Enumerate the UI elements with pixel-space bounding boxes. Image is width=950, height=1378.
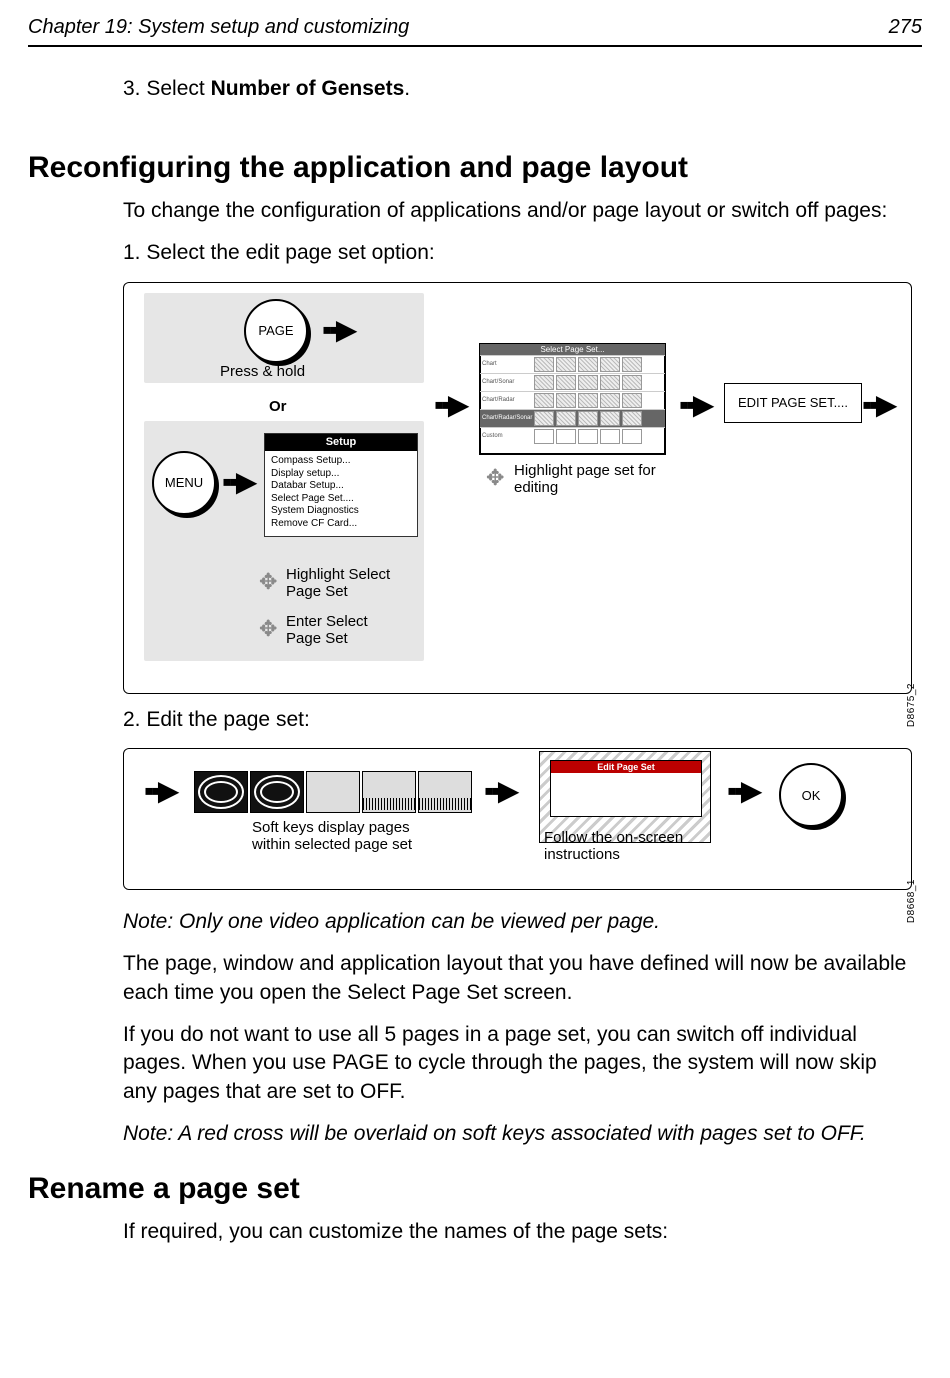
softkey-page-icon <box>418 771 472 813</box>
arrow-icon: ▪▪▶ <box>727 777 759 805</box>
ok-button-icon: OK <box>779 763 843 827</box>
pageset-row: Chart/Radar <box>480 391 665 409</box>
menu-item: Databar Setup... <box>271 480 411 493</box>
note-red-cross: Note: A red cross will be overlaid on so… <box>123 1120 912 1148</box>
diagram-select-page-set: D8675_2 PAGE ▪▪▶ Press & hold Or MENU ▪▪… <box>123 282 912 694</box>
edit-page-set-dialog: Edit Page Set <box>550 760 702 817</box>
menu-item: Display setup... <box>271 468 411 481</box>
menu-button-icon: MENU <box>152 451 216 515</box>
label-highlight-edit: Highlight page set for editing <box>514 462 656 497</box>
follow-caption: Follow the on-screen instructions <box>544 829 683 864</box>
pageset-row: Custom <box>480 427 665 445</box>
arrow-icon: ▪▪▶ <box>144 777 176 805</box>
pageset-row-highlighted: Chart/Radar/Sonar <box>480 409 665 427</box>
menu-item: Select Page Set.... <box>271 493 411 506</box>
chapter-title: Chapter 19: System setup and customizing <box>28 16 409 39</box>
select-page-set-header: Select Page Set... <box>480 344 665 355</box>
trackpad-icon: ✥ <box>486 467 504 489</box>
softkey-edit-page-set: EDIT PAGE SET.... <box>724 383 862 423</box>
arrow-icon: ▪▪▶ <box>679 391 711 419</box>
step-2-label: 2. Edit the page set: <box>123 706 912 734</box>
step-1-label: 1. Select the edit page set option: <box>123 239 912 267</box>
setup-menu-popup: Setup Compass Setup... Display setup... … <box>264 433 418 538</box>
edit-page-set-title: Edit Page Set <box>551 761 701 773</box>
page-button-icon: PAGE <box>244 299 308 363</box>
trackpad-icon: ✥ <box>259 571 277 593</box>
section-title-rename: Rename a page set <box>28 1172 912 1206</box>
para-off-pages: If you do not want to use all 5 pages in… <box>123 1021 912 1106</box>
softkey-strip <box>194 771 472 813</box>
label-highlight-select: Highlight Select Page Set <box>286 566 390 601</box>
or-label: Or <box>269 398 287 415</box>
arrow-icon: ▪▪▶ <box>222 468 254 496</box>
arrow-icon: ▪▪▶ <box>484 777 516 805</box>
menu-item: System Diagnostics <box>271 505 411 518</box>
select-page-set-screen: Select Page Set... Chart Chart/Sonar Cha… <box>479 343 666 455</box>
running-header: Chapter 19: System setup and customizing… <box>28 16 922 47</box>
menu-item: Compass Setup... <box>271 455 411 468</box>
section-title-reconfig: Reconfiguring the application and page l… <box>28 151 912 185</box>
softkeys-caption: Soft keys display pages within selected … <box>252 819 412 854</box>
para-defined: The page, window and application layout … <box>123 950 912 1007</box>
diagram-id: D8668_1 <box>906 879 917 923</box>
body-column: 3. Select Number of Gensets. Reconfiguri… <box>123 77 912 1247</box>
softkey-page-icon <box>250 771 304 813</box>
rename-intro: If required, you can customize the names… <box>123 1218 912 1246</box>
softkey-page-icon <box>306 771 360 813</box>
pageset-row: Chart <box>480 355 665 373</box>
trackpad-icon: ✥ <box>259 618 277 640</box>
pageset-row: Chart/Sonar <box>480 373 665 391</box>
press-hold-label: Press & hold <box>220 363 305 380</box>
page: Chapter 19: System setup and customizing… <box>0 0 950 1378</box>
section-intro: To change the configuration of applicati… <box>123 197 912 225</box>
softkey-page-icon <box>194 771 248 813</box>
setup-menu-title: Setup <box>265 434 417 452</box>
label-enter-select: Enter Select Page Set <box>286 613 368 648</box>
arrow-icon: ▪▪▶ <box>862 391 894 419</box>
page-number: 275 <box>889 16 922 39</box>
note-video: Note: Only one video application can be … <box>123 908 912 936</box>
diagram-edit-page-set: D8668_1 ▪▪▶ Soft keys display pages with… <box>123 748 912 890</box>
arrow-icon: ▪▪▶ <box>434 391 466 419</box>
step-3: 3. Select Number of Gensets. <box>123 77 912 101</box>
softkey-page-icon <box>362 771 416 813</box>
diagram-id: D8675_2 <box>906 683 917 727</box>
menu-item: Remove CF Card... <box>271 518 411 531</box>
arrow-icon: ▪▪▶ <box>322 316 354 344</box>
